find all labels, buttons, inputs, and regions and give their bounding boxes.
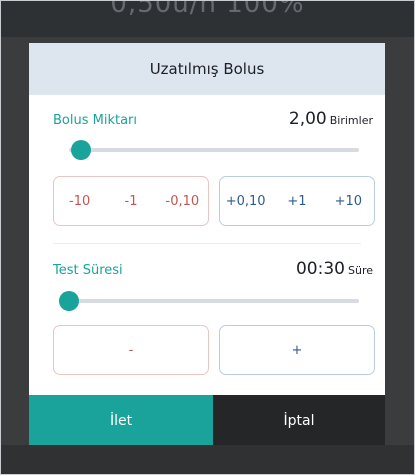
duration-number: 00:30 <box>295 259 345 279</box>
duration-header: Test Süresi 00:30 Süre <box>53 259 373 279</box>
bolus-amount-unit: Birimler <box>329 114 373 127</box>
increase-10-button[interactable]: +10 <box>323 194 374 209</box>
bolus-amount-value: 2,00 Birimler <box>289 109 373 129</box>
duration-decrease-label: - <box>128 342 134 358</box>
bolus-amount-header: Bolus Miktarı 2,00 Birimler <box>53 109 373 129</box>
increase-0-10-button[interactable]: +0,10 <box>220 194 271 209</box>
section-divider <box>53 243 361 244</box>
bolus-increase-group: +0,10 +1 +10 <box>219 176 375 226</box>
decrease-1-button[interactable]: -1 <box>105 194 156 209</box>
dialog-footer: İlet İptal <box>29 395 385 447</box>
decrease-0-10-button[interactable]: -0,10 <box>157 194 208 209</box>
duration-decrease-button[interactable]: - <box>53 325 209 375</box>
bolus-amount-number: 2,00 <box>288 109 327 129</box>
bolus-amount-label: Bolus Miktarı <box>53 113 138 128</box>
increase-1-button[interactable]: +1 <box>271 194 322 209</box>
background-status-bar: 0,50u/h 100% <box>1 1 414 37</box>
background-status-text: 0,50u/h 100% <box>110 1 305 19</box>
cancel-button[interactable]: İptal <box>213 395 385 447</box>
duration-unit: Süre <box>347 264 373 277</box>
duration-label: Test Süresi <box>53 263 123 278</box>
send-button[interactable]: İlet <box>29 395 213 447</box>
background-bottom-bar <box>1 445 414 474</box>
decrease-10-button[interactable]: -10 <box>54 194 105 209</box>
duration-slider-track[interactable] <box>69 299 359 303</box>
dialog-title: Uzatılmış Bolus <box>29 43 385 95</box>
duration-increase-label: + <box>291 342 303 358</box>
extended-bolus-dialog: Uzatılmış Bolus Bolus Miktarı 2,00 Birim… <box>29 43 385 447</box>
duration-value: 00:30 Süre <box>296 259 373 279</box>
bolus-amount-slider-track[interactable] <box>69 148 359 152</box>
duration-slider-thumb[interactable] <box>59 291 79 311</box>
bolus-decrease-group: -10 -1 -0,10 <box>53 176 209 226</box>
duration-increase-button[interactable]: + <box>219 325 375 375</box>
bolus-amount-slider-thumb[interactable] <box>70 140 91 160</box>
